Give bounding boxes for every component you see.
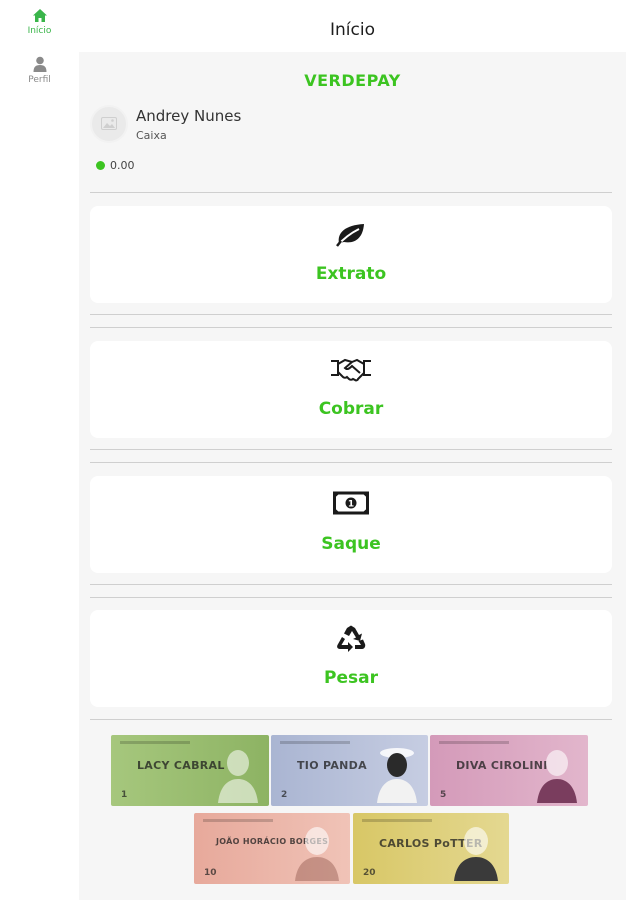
portrait-image (218, 750, 258, 803)
banknote-header (280, 741, 350, 744)
banknote-value: 5 (440, 790, 447, 800)
divider (90, 192, 612, 193)
banknote: JOÃO HORÁCIO BORGES 10 (194, 813, 350, 884)
cobrar-label: Cobrar (318, 399, 384, 419)
banknote-value: 2 (281, 790, 288, 800)
extrato-label: Extrato (315, 264, 387, 284)
pesar-button[interactable]: Pesar (90, 610, 612, 707)
divider (90, 449, 612, 450)
balance-value: 0.00 (110, 159, 135, 172)
banknote-value: 20 (363, 868, 376, 878)
banknote-header (120, 741, 190, 744)
svg-text:1: 1 (348, 500, 354, 510)
divider (90, 462, 612, 463)
banknote: LACY CABRAL 1 (111, 735, 269, 806)
handshake-icon (331, 358, 371, 382)
brand-title: VERDEPAY (304, 71, 401, 90)
cobrar-button[interactable]: Cobrar (90, 341, 612, 438)
banknote-header (203, 819, 273, 822)
sidebar: Início Perfil (0, 0, 79, 900)
banknote: DIVA CIROLINI 5 (430, 735, 588, 806)
header: Início (79, 0, 626, 52)
banknote: CARLOS PoTTER 20 (353, 813, 509, 884)
money-bill-icon: 1 (333, 491, 369, 515)
page-title: Início (330, 20, 375, 40)
saque-button[interactable]: 1 Saque (90, 476, 612, 573)
coin-icon (96, 161, 105, 170)
balance: 0.00 (96, 159, 135, 172)
sidebar-item-label: Início (27, 26, 52, 36)
portrait-image (454, 827, 498, 881)
user-icon (33, 56, 46, 72)
portrait-image (537, 750, 577, 803)
banknote-header (439, 741, 509, 744)
user-role: Caixa (136, 129, 167, 142)
leaf-icon (336, 224, 364, 247)
divider (90, 584, 612, 585)
saque-label: Saque (321, 534, 381, 554)
sidebar-item-perfil[interactable]: Perfil (0, 56, 79, 85)
avatar (90, 105, 128, 143)
banknote-value: 1 (121, 790, 128, 800)
sidebar-item-inicio[interactable]: Início (0, 8, 79, 36)
banknote-header (362, 819, 432, 822)
pesar-label: Pesar (324, 668, 378, 688)
recycle-icon (337, 625, 366, 652)
banknote-name: TIO PANDA (297, 759, 367, 772)
banknote-value: 10 (204, 868, 217, 878)
divider (90, 314, 612, 315)
sidebar-item-label: Perfil (28, 75, 51, 85)
portrait-image (295, 827, 339, 881)
banknote-name: LACY CABRAL (137, 759, 225, 772)
divider (90, 327, 612, 328)
image-placeholder-icon (101, 117, 117, 130)
main-content: VERDEPAY Andrey Nunes Caixa 0.00 Extrato (79, 52, 626, 900)
banknote: TIO PANDA 2 (271, 735, 428, 806)
divider (90, 719, 612, 720)
portrait-image (377, 748, 417, 803)
divider (90, 597, 612, 598)
home-icon (32, 9, 47, 22)
extrato-button[interactable]: Extrato (90, 206, 612, 303)
user-name: Andrey Nunes (136, 107, 242, 125)
